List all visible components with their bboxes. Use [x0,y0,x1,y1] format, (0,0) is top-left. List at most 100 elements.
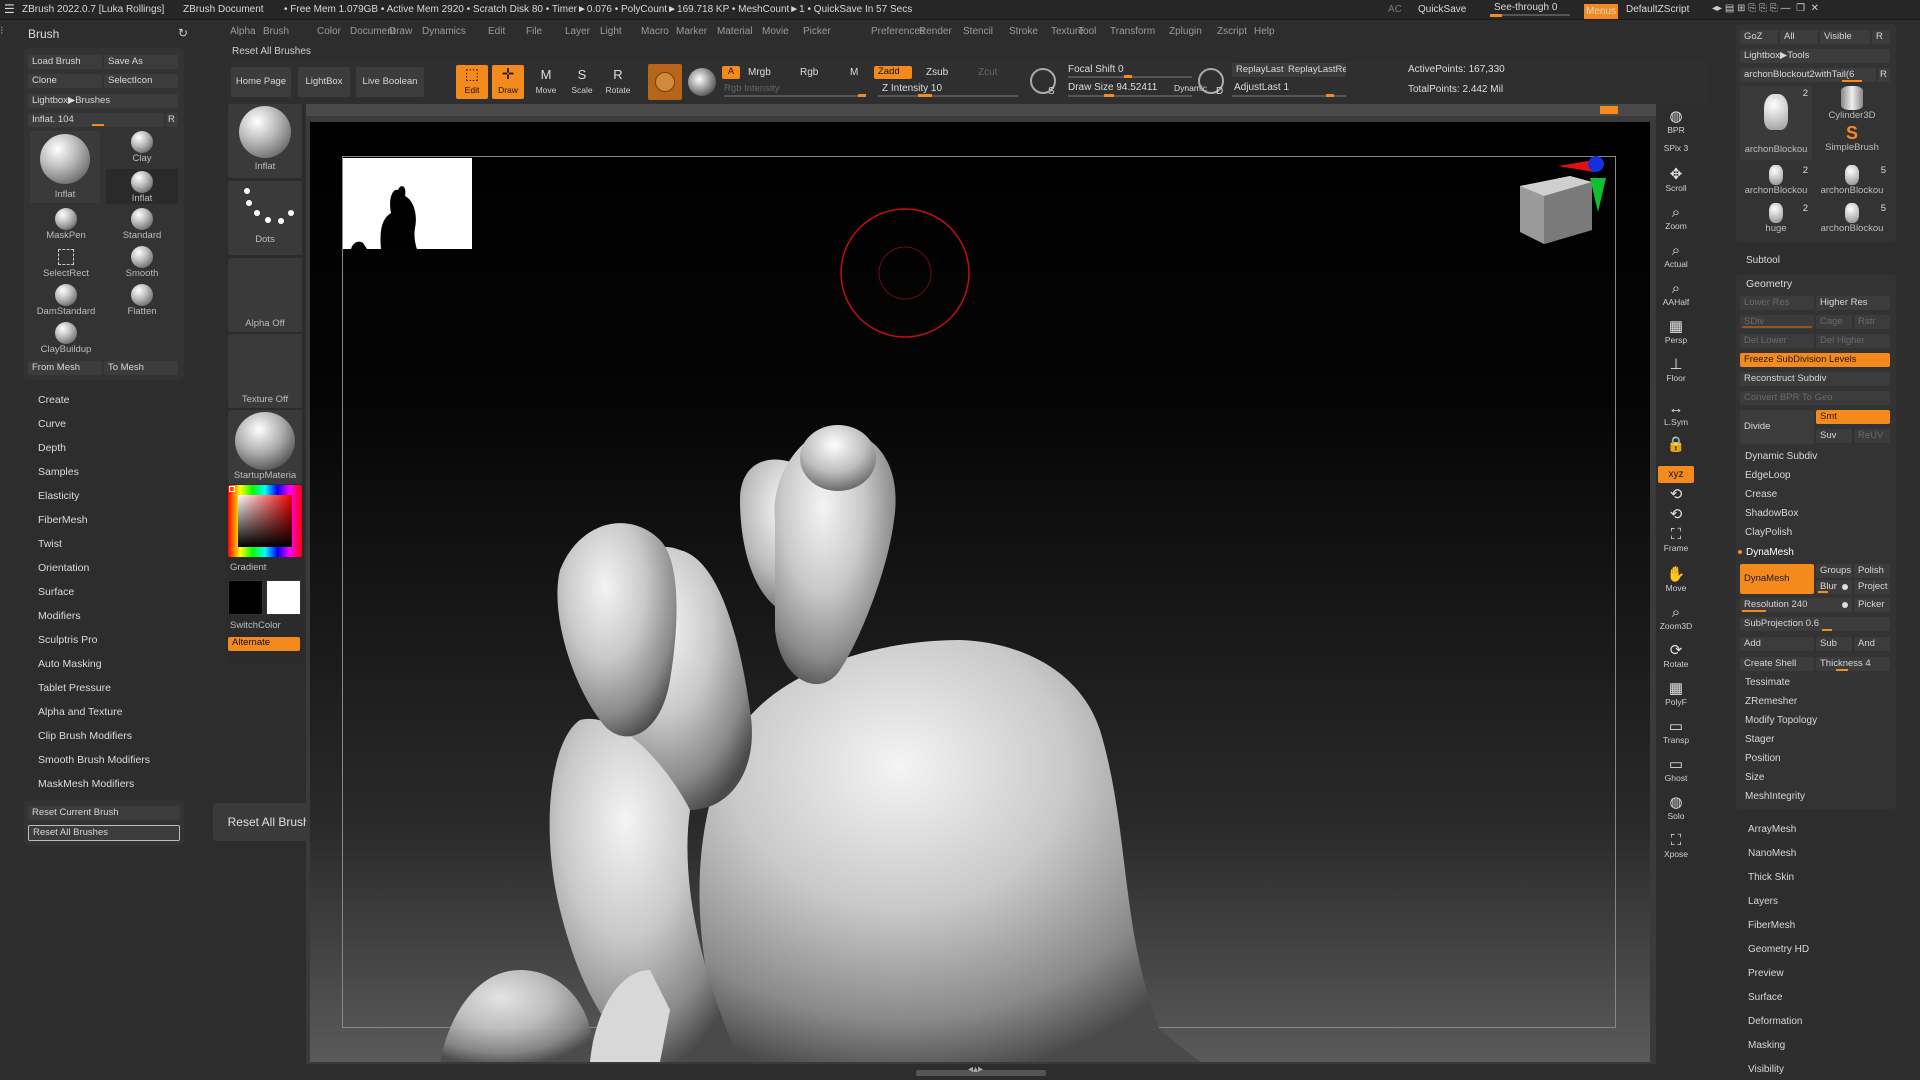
a-toggle[interactable]: A [722,66,740,79]
view-actual-button[interactable]: ⌕ Actual [1658,242,1694,269]
brush-cell-smooth[interactable]: Smooth [106,246,178,281]
tool-section-thick-skin[interactable]: Thick Skin [1748,872,1794,883]
thickness-slider[interactable]: Thickness 4 [1816,657,1890,671]
tool-section-layers[interactable]: Layers [1748,896,1778,907]
tool-thumb-current[interactable]: 2 archonBlockou [1740,86,1812,160]
default-zscript[interactable]: DefaultZScript [1626,4,1689,15]
menu-dynamics[interactable]: Dynamics [422,26,466,37]
brush-cell-damstandard[interactable]: DamStandard [30,284,102,319]
texture-slot[interactable]: Texture Off [228,334,302,408]
rgb-intensity-track[interactable] [724,95,864,97]
mrgb-toggle[interactable]: Mrgb [748,67,771,78]
alpha-slot[interactable]: Alpha Off [228,258,302,332]
save-as-button[interactable]: Save As [104,55,178,69]
rotate-button[interactable]: R Rotate [602,65,634,99]
lightbox-brushes-button[interactable]: Lightbox▶Brushes [28,94,178,108]
menu-layer[interactable]: Layer [565,26,590,37]
menu-brush[interactable]: Brush [263,26,289,37]
reuv-button[interactable]: ReUV [1854,429,1890,443]
sub-button[interactable]: Sub [1816,637,1852,651]
tool-section-geometry-hd[interactable]: Geometry HD [1748,944,1809,955]
brush-section-sculptris-pro[interactable]: Sculptris Pro [38,634,98,646]
convert-bpr-button[interactable]: Convert BPR To Geo [1740,391,1890,405]
create-shell-button[interactable]: Create Shell [1740,657,1814,671]
brush-cell-standard[interactable]: Standard [106,208,178,243]
view-move-button[interactable]: ✋ Move [1658,566,1694,593]
tool-section-arraymesh[interactable]: ArrayMesh [1748,824,1796,835]
menu-transform[interactable]: Transform [1110,26,1155,37]
menu-render[interactable]: Render [919,26,952,37]
from-mesh-button[interactable]: From Mesh [28,361,102,375]
brush-section-twist[interactable]: Twist [38,538,62,550]
brush-cell-clay[interactable]: Clay [106,131,178,166]
geometry-edgeloop[interactable]: EdgeLoop [1745,470,1791,481]
zsub-toggle[interactable]: Zsub [926,67,948,78]
gradient-label[interactable]: Gradient [230,562,266,573]
menu-draw[interactable]: Draw [389,26,412,37]
brush-cell-inflat-large[interactable]: Inflat [30,131,100,203]
lightbox-tools-button[interactable]: Lightbox▶Tools [1740,49,1890,63]
view-floor-button[interactable]: ⊥ Floor [1658,356,1694,383]
tool-section-deformation[interactable]: Deformation [1748,1016,1802,1027]
view-frame-button[interactable]: ⛶ Frame [1658,526,1694,553]
edit-button[interactable]: ⬚ Edit [456,65,488,99]
menu-stencil[interactable]: Stencil [963,26,993,37]
brush-section-orientation[interactable]: Orientation [38,562,89,574]
tool-section-visibility[interactable]: Visibility [1748,1064,1784,1075]
live-boolean-button[interactable]: Live Boolean [356,67,424,97]
cage-button[interactable]: Cage [1816,315,1852,329]
view-view-toggle-11-button[interactable]: ⟲ [1658,486,1694,503]
current-brush-slot[interactable]: Inflat [228,104,302,178]
brush-section-depth[interactable]: Depth [38,442,66,454]
resolution-radio-icon[interactable] [1842,602,1848,608]
replay-last-rel-button[interactable]: ReplayLastRel [1284,63,1346,77]
brush-section-surface[interactable]: Surface [38,586,74,598]
left-tray-handle[interactable]: ⁝ [0,24,14,38]
tool-section-masking[interactable]: Masking [1748,1040,1785,1051]
alternate-button[interactable]: Alternate [228,637,300,651]
freeze-subdivision-button[interactable]: Freeze SubDivision Levels [1740,353,1890,367]
higher-res-button[interactable]: Higher Res [1816,296,1890,310]
view-zoom-button[interactable]: ⌕ Zoom [1658,204,1694,231]
brush-section-samples[interactable]: Samples [38,466,79,478]
menu-zscript[interactable]: Zscript [1217,26,1247,37]
window-controls-icon[interactable]: ◂▸ ▤ ⊞ ⎘ ⎘ ⎘ — ❐ ✕ [1712,3,1819,14]
menu-movie[interactable]: Movie [762,26,789,37]
del-lower-button[interactable]: Del Lower [1740,334,1814,348]
geometry-title[interactable]: Geometry [1746,278,1792,290]
view-zoom3d-button[interactable]: ⌕ Zoom3D [1658,604,1694,631]
zadd-toggle[interactable]: Zadd [874,66,912,79]
brush-section-fibermesh[interactable]: FiberMesh [38,514,88,526]
tool-thumb-cylinder[interactable]: Cylinder3D [1814,86,1890,122]
primary-color-swatch[interactable] [228,580,263,615]
view-aahalf-button[interactable]: ⌕ AAHalf [1658,280,1694,307]
material-slot[interactable]: StartupMateria [228,410,302,484]
geometry-tessimate[interactable]: Tessimate [1745,677,1790,688]
tool-thumb-3[interactable]: 2 archonBlockou [1740,163,1812,199]
brush-section-create[interactable]: Create [38,394,70,406]
menu-zplugin[interactable]: Zplugin [1169,26,1202,37]
menus-toggle[interactable]: Menus [1584,4,1618,19]
view-view-toggle-10-button[interactable]: xyz [1658,466,1694,483]
draw-button[interactable]: ✛ Draw [492,65,524,99]
sculpted-hand-model[interactable] [440,410,1340,1062]
collapse-arrows-icon[interactable]: ◂▴▸ [968,1064,983,1075]
view-view-toggle-12-button[interactable]: ⟲ [1658,506,1694,523]
brush-section-modifiers[interactable]: Modifiers [38,610,81,622]
tool-section-fibermesh[interactable]: FiberMesh [1748,920,1795,931]
seethrough-track[interactable] [1490,14,1570,16]
geometry-meshintegrity[interactable]: MeshIntegrity [1745,791,1805,802]
canvas-orange-marker[interactable] [1600,106,1618,114]
dynamesh-section[interactable]: DynaMesh [1746,547,1794,558]
rgb-toggle[interactable]: Rgb [800,67,818,78]
view-xpose-button[interactable]: ⛶ Xpose [1658,832,1694,859]
menu-alpha[interactable]: Alpha [230,26,256,37]
geometry-crease[interactable]: Crease [1745,489,1777,500]
lower-res-button[interactable]: Lower Res [1740,296,1814,310]
menu-color[interactable]: Color [317,26,341,37]
tool-thumb-6[interactable]: 5 archonBlockou [1814,201,1890,237]
menu-tool[interactable]: Tool [1078,26,1096,37]
brush-section-smooth-brush-modifiers[interactable]: Smooth Brush Modifiers [38,754,150,766]
view-rotate-button[interactable]: ⟳ Rotate [1658,642,1694,669]
geometry-modify-topology[interactable]: Modify Topology [1745,715,1817,726]
